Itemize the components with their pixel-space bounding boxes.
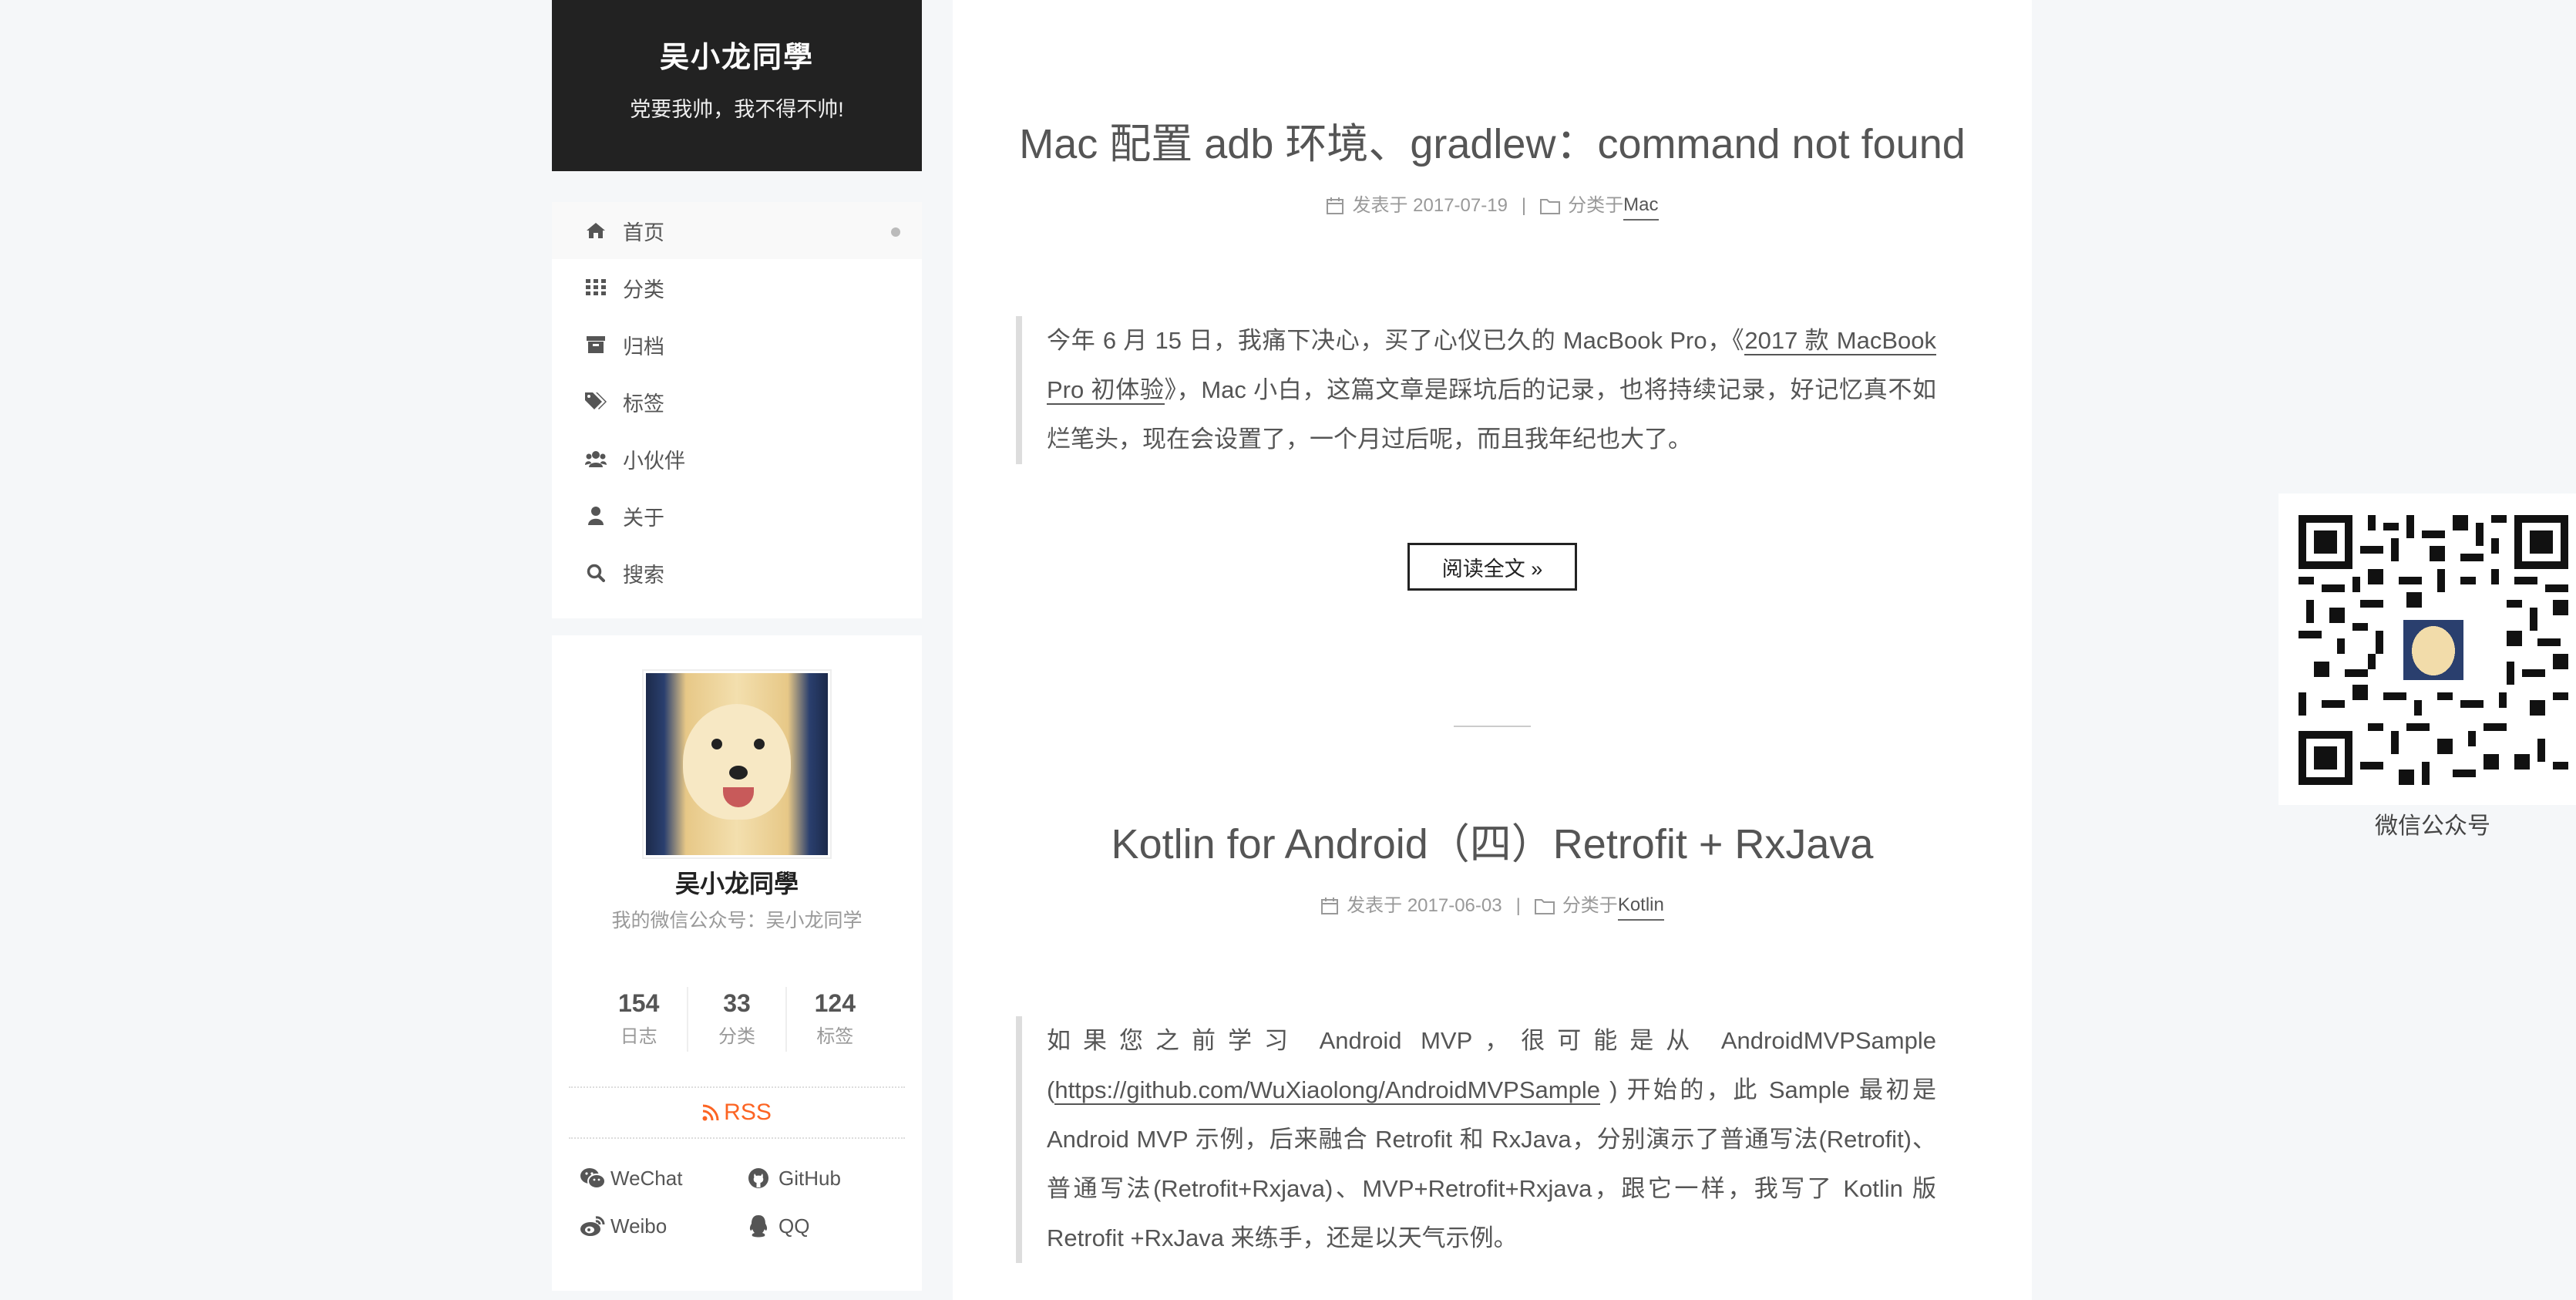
nav-item-home[interactable]: 首页 [552, 202, 922, 259]
post-category-link[interactable]: Mac [1623, 191, 1659, 221]
nav-item-label: 标签 [623, 392, 664, 416]
nav-item-friends[interactable]: 小伙伴 [552, 430, 922, 487]
post-excerpt: 今年 6 月 15 日，我痛下决心，买了心仪已久的 MacBook Pro，《2… [1016, 316, 1936, 464]
rss-link[interactable]: RSS [569, 1086, 905, 1139]
wechat-icon [580, 1167, 610, 1189]
nav-item-label: 首页 [623, 221, 664, 244]
nav-item-label: 搜索 [623, 563, 664, 587]
social-link-wechat[interactable]: WeChat [580, 1160, 748, 1197]
post-date-prefix: 发表于 [1352, 195, 1408, 216]
github-icon [748, 1167, 779, 1189]
meta-separator: | [1521, 195, 1527, 216]
folder-icon [1540, 199, 1561, 214]
site-subtitle: 党要我帅，我不得不帅! [630, 98, 844, 121]
author-name: 吴小龙同學 [674, 870, 799, 898]
post-category-prefix: 分类于 [1568, 195, 1624, 216]
calendar-icon [1327, 197, 1344, 214]
stat-label: 分类 [718, 1026, 755, 1047]
post-date: 2017-06-03 [1407, 895, 1502, 916]
social-link-label: GitHub [779, 1166, 841, 1190]
nav-item-label: 分类 [623, 278, 664, 301]
social-link-label: QQ [779, 1214, 810, 1238]
social-link-github[interactable]: GitHub [748, 1160, 902, 1197]
social-link-label: WeChat [610, 1166, 683, 1190]
nav-item-categories[interactable]: 分类 [552, 259, 922, 316]
home-icon [584, 221, 607, 240]
meta-separator: | [1515, 895, 1521, 916]
excerpt-text: 今年 6 月 15 日，我痛下决心，买了心仪已久的 MacBook Pro，《 [1047, 327, 1745, 354]
qr-code-panel [2278, 493, 2576, 805]
site-stats: 154 日志 33 分类 124 标签 [590, 987, 883, 1052]
folder-icon [1534, 899, 1555, 914]
read-more-button[interactable]: 阅读全文 » [1407, 543, 1577, 591]
active-indicator [891, 227, 900, 237]
main-content: Mac 配置 adb 环境、gradlew：command not found … [953, 0, 2032, 1300]
post-category-link[interactable]: Kotlin [1617, 891, 1664, 921]
social-link-weibo[interactable]: Weibo [580, 1207, 748, 1244]
post-divider [1454, 726, 1531, 727]
sidebar: 吴小龙同學 党要我帅，我不得不帅! 首页 分类 归档 标签 小伙伴 关于 搜索 … [552, 0, 922, 1291]
nav-item-label: 归档 [623, 335, 664, 359]
social-link-label: Weibo [610, 1214, 668, 1238]
stat-tags[interactable]: 124 标签 [785, 987, 883, 1052]
search-icon [584, 564, 607, 582]
stat-label: 标签 [816, 1026, 854, 1047]
post-category-prefix: 分类于 [1562, 895, 1618, 916]
stat-count: 124 [814, 989, 856, 1017]
wechat-qr-code [2299, 515, 2568, 785]
site-title[interactable]: 吴小龙同學 [552, 0, 922, 80]
post-title[interactable]: Mac 配置 adb 环境、gradlew：command not found [953, 117, 2032, 171]
qr-caption: 微信公众号 [2375, 813, 2490, 839]
grid-icon [584, 279, 607, 296]
post-meta: 发表于 2017-06-03 | 分类于 Kotlin [953, 891, 2032, 921]
post-date: 2017-07-19 [1413, 195, 1508, 216]
user-icon [584, 507, 607, 525]
post-date-prefix: 发表于 [1347, 895, 1403, 916]
post-meta: 发表于 2017-07-19 | 分类于 Mac [953, 191, 2032, 221]
rss-icon [702, 1104, 719, 1121]
nav-item-search[interactable]: 搜索 [552, 544, 922, 601]
author-description: 我的微信公众号：吴小龙同学 [611, 910, 863, 931]
stat-categories[interactable]: 33 分类 [687, 987, 785, 1052]
social-link-qq[interactable]: QQ [748, 1207, 902, 1244]
calendar-icon [1321, 898, 1339, 914]
post-title[interactable]: Kotlin for Android（四）Retrofit + RxJava [953, 817, 2032, 871]
stat-posts[interactable]: 154 日志 [590, 987, 687, 1052]
weibo-icon [580, 1215, 610, 1237]
site-overview: 吴小龙同學 我的微信公众号：吴小龙同学 154 日志 33 分类 124 标签 … [552, 635, 922, 1291]
nav-item-tags[interactable]: 标签 [552, 373, 922, 430]
nav-item-label: 小伙伴 [623, 449, 685, 473]
archive-icon [584, 336, 607, 353]
post-excerpt: 如果您之前学习 Android MVP，很可能是从 AndroidMVPSamp… [1016, 1016, 1936, 1263]
stat-count: 33 [723, 989, 751, 1017]
rss-label: RSS [724, 1100, 772, 1125]
social-links: WeChat GitHub Weibo QQ [580, 1160, 903, 1244]
tags-icon [584, 392, 607, 411]
site-nav: 首页 分类 归档 标签 小伙伴 关于 搜索 [552, 202, 922, 618]
avatar-image [646, 673, 828, 855]
users-icon [584, 450, 607, 467]
excerpt-link[interactable]: https://github.com/WuXiaolong/AndroidMVP… [1054, 1076, 1600, 1105]
excerpt-text: 》，Mac 小白，这篇文章是踩坑后的记录，也将持续记录，好记忆真不如烂笔头，现在… [1047, 376, 1936, 453]
avatar [642, 669, 832, 859]
stat-label: 日志 [620, 1026, 657, 1047]
nav-item-archives[interactable]: 归档 [552, 316, 922, 373]
qq-icon [748, 1214, 779, 1238]
stat-count: 154 [617, 989, 660, 1017]
nav-item-label: 关于 [623, 506, 664, 530]
site-brand: 吴小龙同學 党要我帅，我不得不帅! [552, 0, 922, 171]
nav-item-about[interactable]: 关于 [552, 487, 922, 544]
